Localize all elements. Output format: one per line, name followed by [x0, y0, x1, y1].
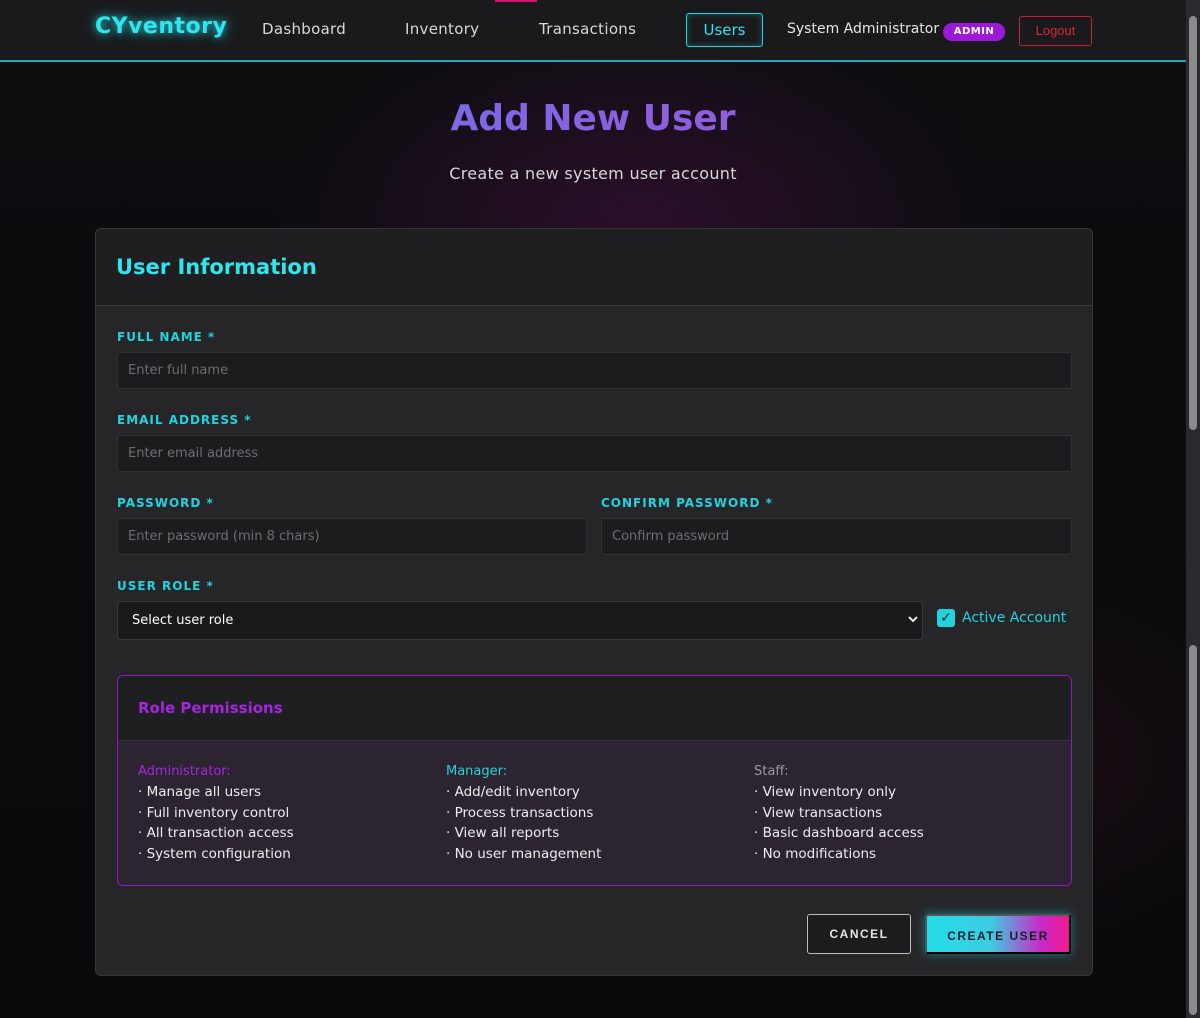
top-navbar: CYventory Dashboard Inventory Transactio… — [0, 0, 1186, 62]
page-scrollbar[interactable] — [1186, 0, 1200, 1018]
permission-item: · View transactions — [754, 804, 883, 821]
permission-role-name: Manager: — [446, 764, 508, 779]
cancel-button[interactable]: CANCEL — [807, 914, 911, 954]
permission-item: · View inventory only — [754, 784, 897, 800]
permission-item: · All transaction access — [138, 825, 294, 841]
active-account-label[interactable]: Active Account — [962, 610, 1066, 626]
brand-logo[interactable]: CYventory — [95, 14, 227, 39]
role-badge: ADMIN — [943, 23, 1005, 41]
nav-accent-line — [495, 0, 537, 2]
permission-column-administrator: Administrator: · Manage all users · Full… — [138, 764, 438, 864]
role-permissions-panel: Role Permissions Administrator: · Manage… — [117, 675, 1072, 886]
nav-link-dashboard[interactable]: Dashboard — [262, 20, 346, 38]
permission-item: · View all reports — [446, 825, 560, 841]
page-subtitle: Create a new system user account — [449, 164, 737, 183]
current-user-name: System Administrator — [787, 21, 940, 37]
permission-role-name: Administrator: — [138, 764, 231, 779]
password-label: PASSWORD * — [117, 496, 214, 510]
password-input[interactable] — [117, 518, 587, 555]
scrollbar-thumb[interactable] — [1189, 16, 1197, 430]
card-header: User Information — [96, 229, 1092, 306]
confirm-password-label: CONFIRM PASSWORD * — [601, 496, 773, 510]
nav-link-inventory[interactable]: Inventory — [405, 20, 479, 38]
user-role-label: USER ROLE * — [117, 579, 214, 593]
nav-link-users[interactable]: Users — [686, 13, 763, 47]
permission-item: · Full inventory control — [138, 804, 290, 821]
user-form-card: User Information FULL NAME * EMAIL ADDRE… — [95, 228, 1093, 976]
create-user-button[interactable]: CREATE USER — [925, 914, 1071, 954]
permission-item: · System configuration — [138, 845, 291, 862]
logout-button[interactable]: Logout — [1019, 16, 1092, 46]
permission-item: · Manage all users — [138, 784, 262, 800]
permission-item: · No modifications — [754, 845, 877, 862]
active-account-checkbox[interactable]: ✓ — [937, 609, 955, 627]
permission-item: · Basic dashboard access — [754, 825, 924, 841]
user-role-select[interactable]: Select user role — [117, 601, 923, 640]
permission-column-staff: Staff: · View inventory only · View tran… — [754, 764, 1054, 864]
scrollbar-thumb-lower[interactable] — [1189, 645, 1197, 1015]
full-name-input[interactable] — [117, 352, 1072, 389]
email-label: EMAIL ADDRESS * — [117, 413, 252, 427]
role-permissions-title: Role Permissions — [138, 699, 283, 717]
email-input[interactable] — [117, 435, 1072, 472]
chevron-down-icon — [908, 602, 918, 639]
permission-item: · Add/edit inventory — [446, 784, 580, 800]
nav-link-transactions[interactable]: Transactions — [539, 20, 636, 38]
permission-item: · Process transactions — [446, 804, 594, 821]
role-permissions-header: Role Permissions — [118, 676, 1071, 741]
full-name-label: FULL NAME * — [117, 330, 216, 344]
card-title: User Information — [116, 255, 317, 279]
permission-column-manager: Manager: · Add/edit inventory · Process … — [446, 764, 746, 864]
permission-item: · No user management — [446, 845, 602, 862]
page-title: Add New User — [0, 98, 1186, 139]
confirm-password-input[interactable] — [601, 518, 1072, 555]
user-role-selected-value: Select user role — [132, 613, 234, 628]
permission-role-name: Staff: — [754, 764, 789, 779]
